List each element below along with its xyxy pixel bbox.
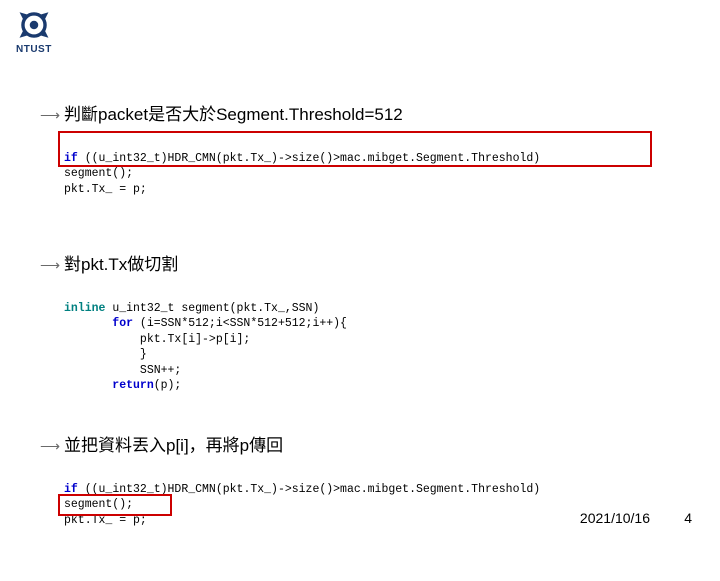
bullet-2-text: 對pkt.Tx做切割	[64, 250, 178, 275]
code3-l1: if ((u_int32_t)HDR_CMN(pkt.Tx_)->size()>…	[64, 483, 540, 496]
footer-date: 2021/10/16	[580, 510, 650, 526]
bullet-icon: ⟶	[40, 438, 64, 455]
code2-l5: SSN++;	[64, 364, 181, 377]
kw-if: if	[64, 483, 78, 496]
kw-return: return	[64, 379, 154, 392]
bullet-icon: ⟶	[40, 257, 64, 274]
kw-if: if	[64, 152, 78, 165]
logo-text: NTUST	[16, 44, 52, 55]
kw-inline: inline	[64, 302, 105, 315]
footer-page: 4	[684, 510, 692, 526]
slide-content: ⟶ 判斷packet是否大於Segment.Threshold=512 if (…	[40, 100, 680, 581]
code2-l6: return(p);	[64, 379, 181, 392]
code2-l1: inline u_int32_t segment(pkt.Tx_,SSN)	[64, 302, 319, 315]
logo-icon	[17, 8, 51, 42]
code3-l3: pkt.Tx_ = p;	[64, 514, 147, 527]
code2-l2: for (i=SSN*512;i<SSN*512+512;i++){	[64, 317, 347, 330]
code3-l2: segment();	[64, 498, 133, 511]
bullet-1-text: 判斷packet是否大於Segment.Threshold=512	[64, 100, 403, 125]
bullet-3: ⟶ 並把資料丟入p[i]，再將p傳回	[40, 431, 680, 456]
bullet-icon: ⟶	[40, 107, 64, 124]
code1-l3: pkt.Tx_ = p;	[64, 183, 147, 196]
bullet-2: ⟶ 對pkt.Tx做切割	[40, 250, 680, 275]
code2-l3: pkt.Tx[i]->p[i];	[64, 333, 250, 346]
kw-for: for	[64, 317, 133, 330]
code-block-2: inline u_int32_t segment(pkt.Tx_,SSN) fo…	[64, 285, 680, 409]
code1-l1: if ((u_int32_t)HDR_CMN(pkt.Tx_)->size()>…	[64, 152, 540, 165]
ntust-logo: NTUST	[16, 8, 52, 55]
code1-l2: segment();	[64, 167, 133, 180]
bullet-1: ⟶ 判斷packet是否大於Segment.Threshold=512	[40, 100, 680, 125]
code-block-1: if ((u_int32_t)HDR_CMN(pkt.Tx_)->size()>…	[64, 135, 680, 228]
code2-l4: }	[64, 348, 147, 361]
bullet-3-text: 並把資料丟入p[i]，再將p傳回	[64, 431, 283, 456]
